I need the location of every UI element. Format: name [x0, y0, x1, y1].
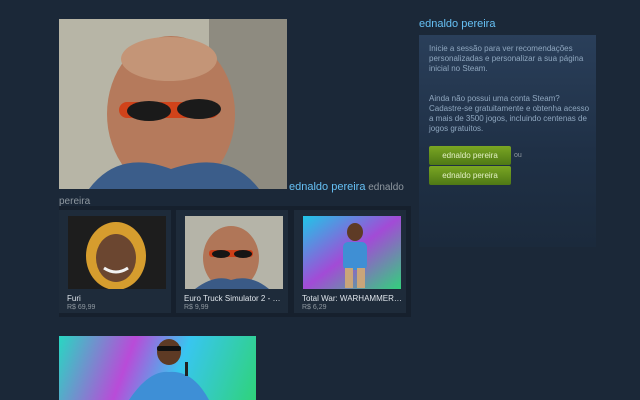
login-intro-text: Inicie a sessão para ver recomendações p…: [429, 44, 584, 73]
singer-stage-image: [303, 216, 401, 289]
smiling-man-image: [68, 216, 166, 289]
login-button[interactable]: ednaldo pereira: [429, 146, 511, 165]
signup-text: Ainda não possui uma conta Steam? Cadast…: [429, 94, 590, 133]
game-price: R$ 69,99: [67, 304, 96, 311]
hero-image[interactable]: [59, 19, 287, 189]
sidebar-title[interactable]: ednaldo pereira: [419, 18, 495, 30]
game-name: Furi: [67, 294, 81, 303]
game-name: Euro Truck Simulator 2 - Mi...: [184, 294, 284, 303]
bottom-banner-image[interactable]: [59, 336, 256, 400]
or-label: ou: [514, 152, 522, 159]
game-tile-furi[interactable]: Furi R$ 69,99: [59, 210, 171, 313]
hero-caption: ednaldo pereira ednaldo pereira: [59, 180, 419, 209]
game-thumbnail: [185, 216, 283, 289]
game-price: R$ 9,99: [184, 304, 209, 311]
singer-photo: [129, 339, 209, 400]
game-tiles: Furi R$ 69,99 Euro Truck Simulator 2 - M…: [59, 206, 411, 317]
game-thumbnail: [68, 216, 166, 289]
login-panel: Inicie a sessão para ver recomendações p…: [419, 35, 596, 247]
hero-caption-link[interactable]: ednaldo pereira: [289, 181, 365, 193]
game-thumbnail: [303, 216, 401, 289]
game-tile-total-war[interactable]: Total War: WARHAMMER - ... R$ 6,29: [294, 210, 406, 313]
game-name: Total War: WARHAMMER - ...: [302, 294, 402, 303]
game-price: R$ 6,29: [302, 304, 327, 311]
game-tile-euro-truck[interactable]: Euro Truck Simulator 2 - Mi... R$ 9,99: [176, 210, 288, 313]
signup-button[interactable]: ednaldo pereira: [429, 166, 511, 185]
man-sunglasses-thumb: [185, 216, 283, 289]
man-sunglasses-photo: [59, 19, 287, 189]
